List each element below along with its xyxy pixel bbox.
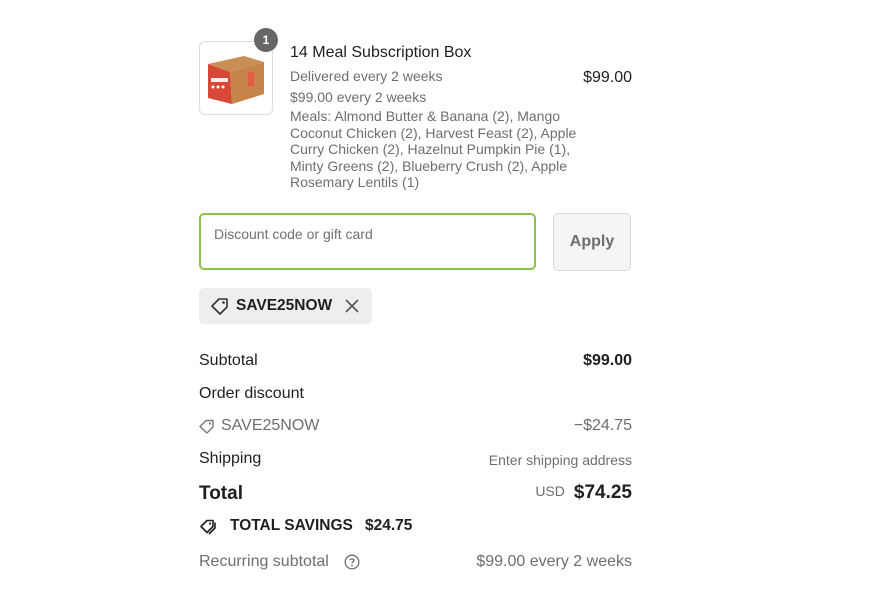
apply-button[interactable]: Apply bbox=[553, 213, 631, 271]
line-item: 1 14 Meal Subscription Box Delivered eve… bbox=[199, 28, 632, 198]
subtotal-value: $99.00 bbox=[583, 352, 632, 369]
subscription-price: $99.00 every 2 weeks bbox=[290, 89, 427, 105]
discount-amount: −$24.75 bbox=[573, 417, 632, 434]
total-value: $74.25 bbox=[573, 482, 632, 503]
help-icon[interactable] bbox=[344, 554, 360, 570]
delivery-frequency: Delivered every 2 weeks bbox=[290, 68, 443, 84]
subtotal-label: Subtotal bbox=[199, 352, 258, 369]
discount-code-text: SAVE25NOW bbox=[221, 417, 320, 434]
total-savings-value: $24.75 bbox=[365, 517, 413, 534]
total-label: Total bbox=[199, 483, 243, 504]
total-savings-label: TOTAL SAVINGS bbox=[230, 517, 353, 534]
shipping-label: Shipping bbox=[199, 450, 262, 467]
recurring-subtotal-label: Recurring subtotal bbox=[199, 553, 329, 570]
quantity-badge: 1 bbox=[254, 28, 278, 52]
applied-discount-chip: SAVE25NOW bbox=[199, 288, 372, 324]
order-summary: 1 14 Meal Subscription Box Delivered eve… bbox=[199, 0, 632, 600]
tag-icon bbox=[211, 298, 228, 315]
remove-discount-icon[interactable] bbox=[345, 299, 359, 313]
currency-code: USD bbox=[535, 483, 565, 499]
discount-code-input[interactable]: Discount code or gift card bbox=[199, 213, 536, 270]
tags-icon bbox=[200, 519, 216, 535]
discount-code-placeholder: Discount code or gift card bbox=[214, 226, 373, 242]
total-amount: USD $74.25 bbox=[535, 482, 632, 504]
recurring-subtotal-value: $99.00 every 2 weeks bbox=[476, 553, 632, 570]
product-title: 14 Meal Subscription Box bbox=[290, 44, 472, 61]
shipping-value: Enter shipping address bbox=[488, 452, 632, 468]
order-discount-label: Order discount bbox=[199, 385, 304, 402]
product-image bbox=[199, 41, 273, 115]
meals-list: Meals: Almond Butter & Banana (2), Mango… bbox=[290, 108, 577, 190]
tag-icon bbox=[199, 419, 214, 434]
line-item-price: $99.00 bbox=[583, 69, 632, 86]
applied-code-label: SAVE25NOW bbox=[236, 297, 333, 314]
